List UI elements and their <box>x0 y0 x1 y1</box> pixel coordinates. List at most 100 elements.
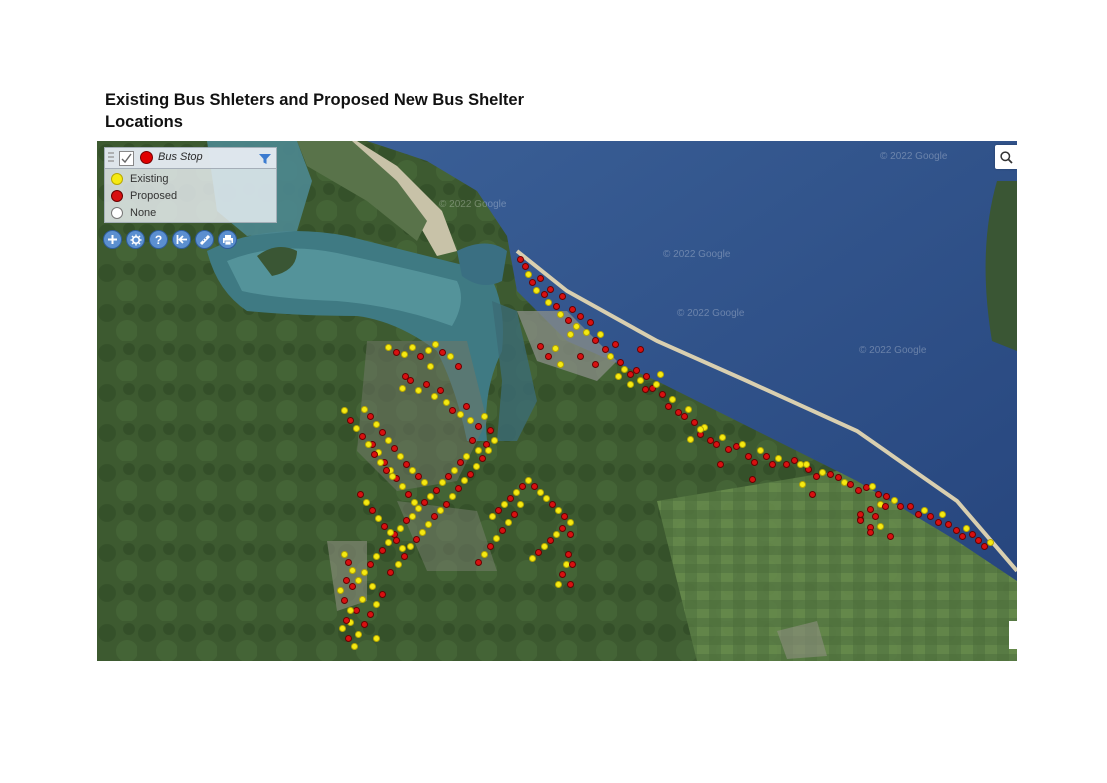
existing-bus-stop-marker[interactable] <box>533 287 540 294</box>
existing-bus-stop-marker[interactable] <box>421 479 428 486</box>
existing-bus-stop-marker[interactable] <box>485 447 492 454</box>
existing-bus-stop-marker[interactable] <box>365 441 372 448</box>
existing-bus-stop-marker[interactable] <box>457 411 464 418</box>
proposed-bus-stop-marker[interactable] <box>499 527 506 534</box>
existing-bus-stop-marker[interactable] <box>541 543 548 550</box>
help-icon[interactable]: ? <box>149 230 168 249</box>
existing-bus-stop-marker[interactable] <box>373 553 380 560</box>
proposed-bus-stop-marker[interactable] <box>487 427 494 434</box>
existing-bus-stop-marker[interactable] <box>355 577 362 584</box>
proposed-bus-stop-marker[interactable] <box>369 507 376 514</box>
map-view[interactable]: © 2022 Google © 2022 Google © 2022 Googl… <box>97 141 1017 661</box>
existing-bus-stop-marker[interactable] <box>437 507 444 514</box>
existing-bus-stop-marker[interactable] <box>463 453 470 460</box>
existing-bus-stop-marker[interactable] <box>419 529 426 536</box>
proposed-bus-stop-marker[interactable] <box>751 459 758 466</box>
existing-bus-stop-marker[interactable] <box>473 463 480 470</box>
existing-bus-stop-marker[interactable] <box>415 387 422 394</box>
proposed-bus-stop-marker[interactable] <box>537 343 544 350</box>
existing-bus-stop-marker[interactable] <box>513 489 520 496</box>
proposed-bus-stop-marker[interactable] <box>345 559 352 566</box>
proposed-bus-stop-marker[interactable] <box>809 491 816 498</box>
existing-bus-stop-marker[interactable] <box>687 436 694 443</box>
proposed-bus-stop-marker[interactable] <box>403 517 410 524</box>
proposed-bus-stop-marker[interactable] <box>531 483 538 490</box>
existing-bus-stop-marker[interactable] <box>775 455 782 462</box>
existing-bus-stop-marker[interactable] <box>481 413 488 420</box>
proposed-bus-stop-marker[interactable] <box>935 519 942 526</box>
existing-bus-stop-marker[interactable] <box>415 505 422 512</box>
existing-bus-stop-marker[interactable] <box>525 271 532 278</box>
proposed-bus-stop-marker[interactable] <box>403 461 410 468</box>
existing-bus-stop-marker[interactable] <box>339 625 346 632</box>
existing-bus-stop-marker[interactable] <box>389 473 396 480</box>
existing-bus-stop-marker[interactable] <box>567 519 574 526</box>
proposed-bus-stop-marker[interactable] <box>367 611 374 618</box>
settings-icon[interactable] <box>126 230 145 249</box>
proposed-bus-stop-marker[interactable] <box>847 481 854 488</box>
proposed-bus-stop-marker[interactable] <box>569 561 576 568</box>
proposed-bus-stop-marker[interactable] <box>887 533 894 540</box>
proposed-bus-stop-marker[interactable] <box>567 581 574 588</box>
proposed-bus-stop-marker[interactable] <box>519 483 526 490</box>
existing-bus-stop-marker[interactable] <box>669 396 676 403</box>
proposed-bus-stop-marker[interactable] <box>401 553 408 560</box>
existing-bus-stop-marker[interactable] <box>353 425 360 432</box>
proposed-bus-stop-marker[interactable] <box>439 349 446 356</box>
existing-bus-stop-marker[interactable] <box>401 351 408 358</box>
existing-bus-stop-marker[interactable] <box>799 481 806 488</box>
proposed-bus-stop-marker[interactable] <box>592 337 599 344</box>
existing-bus-stop-marker[interactable] <box>399 385 406 392</box>
existing-bus-stop-marker[interactable] <box>439 479 446 486</box>
proposed-bus-stop-marker[interactable] <box>561 513 568 520</box>
proposed-bus-stop-marker[interactable] <box>642 386 649 393</box>
existing-bus-stop-marker[interactable] <box>475 447 482 454</box>
proposed-bus-stop-marker[interactable] <box>507 495 514 502</box>
existing-bus-stop-marker[interactable] <box>615 373 622 380</box>
proposed-bus-stop-marker[interactable] <box>371 451 378 458</box>
proposed-bus-stop-marker[interactable] <box>549 501 556 508</box>
proposed-bus-stop-marker[interactable] <box>907 503 914 510</box>
existing-bus-stop-marker[interactable] <box>399 545 406 552</box>
proposed-bus-stop-marker[interactable] <box>467 471 474 478</box>
proposed-bus-stop-marker[interactable] <box>475 559 482 566</box>
proposed-bus-stop-marker[interactable] <box>433 487 440 494</box>
proposed-bus-stop-marker[interactable] <box>567 531 574 538</box>
existing-bus-stop-marker[interactable] <box>607 353 614 360</box>
proposed-bus-stop-marker[interactable] <box>479 455 486 462</box>
existing-bus-stop-marker[interactable] <box>341 551 348 558</box>
existing-bus-stop-marker[interactable] <box>627 381 634 388</box>
proposed-bus-stop-marker[interactable] <box>347 417 354 424</box>
existing-bus-stop-marker[interactable] <box>719 434 726 441</box>
existing-bus-stop-marker[interactable] <box>349 567 356 574</box>
existing-bus-stop-marker[interactable] <box>685 406 692 413</box>
existing-bus-stop-marker[interactable] <box>657 371 664 378</box>
proposed-bus-stop-marker[interactable] <box>449 407 456 414</box>
existing-bus-stop-marker[interactable] <box>739 441 746 448</box>
filter-icon[interactable] <box>259 152 271 170</box>
proposed-bus-stop-marker[interactable] <box>633 367 640 374</box>
proposed-bus-stop-marker[interactable] <box>361 621 368 628</box>
proposed-bus-stop-marker[interactable] <box>517 256 524 263</box>
existing-bus-stop-marker[interactable] <box>361 569 368 576</box>
existing-bus-stop-marker[interactable] <box>443 399 450 406</box>
proposed-bus-stop-marker[interactable] <box>945 521 952 528</box>
existing-bus-stop-marker[interactable] <box>491 437 498 444</box>
proposed-bus-stop-marker[interactable] <box>587 319 594 326</box>
legend-panel[interactable]: Bus Stop Existing Proposed None <box>104 147 277 223</box>
proposed-bus-stop-marker[interactable] <box>553 303 560 310</box>
proposed-bus-stop-marker[interactable] <box>637 346 644 353</box>
proposed-bus-stop-marker[interactable] <box>455 363 462 370</box>
existing-bus-stop-marker[interactable] <box>385 344 392 351</box>
proposed-bus-stop-marker[interactable] <box>875 491 882 498</box>
proposed-bus-stop-marker[interactable] <box>577 313 584 320</box>
existing-bus-stop-marker[interactable] <box>963 525 970 532</box>
existing-bus-stop-marker[interactable] <box>347 607 354 614</box>
existing-bus-stop-marker[interactable] <box>409 344 416 351</box>
proposed-bus-stop-marker[interactable] <box>569 306 576 313</box>
existing-bus-stop-marker[interactable] <box>517 501 524 508</box>
proposed-bus-stop-marker[interactable] <box>469 437 476 444</box>
proposed-bus-stop-marker[interactable] <box>665 403 672 410</box>
existing-bus-stop-marker[interactable] <box>427 493 434 500</box>
existing-bus-stop-marker[interactable] <box>461 477 468 484</box>
